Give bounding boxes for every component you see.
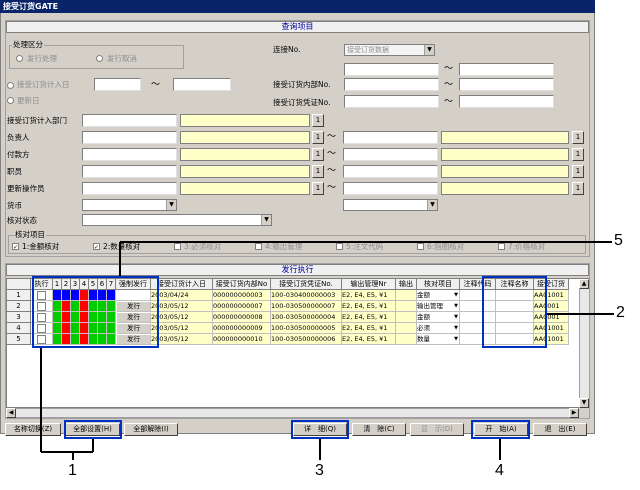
annotation-lines — [40, 241, 614, 460]
annotation-label-5: 5 — [614, 232, 623, 249]
annotation-label-2: 2 — [616, 304, 625, 321]
annotation-label-1: 1 — [68, 462, 77, 479]
annotation-label-4: 4 — [495, 462, 504, 479]
annotation-label-3: 3 — [315, 462, 324, 479]
